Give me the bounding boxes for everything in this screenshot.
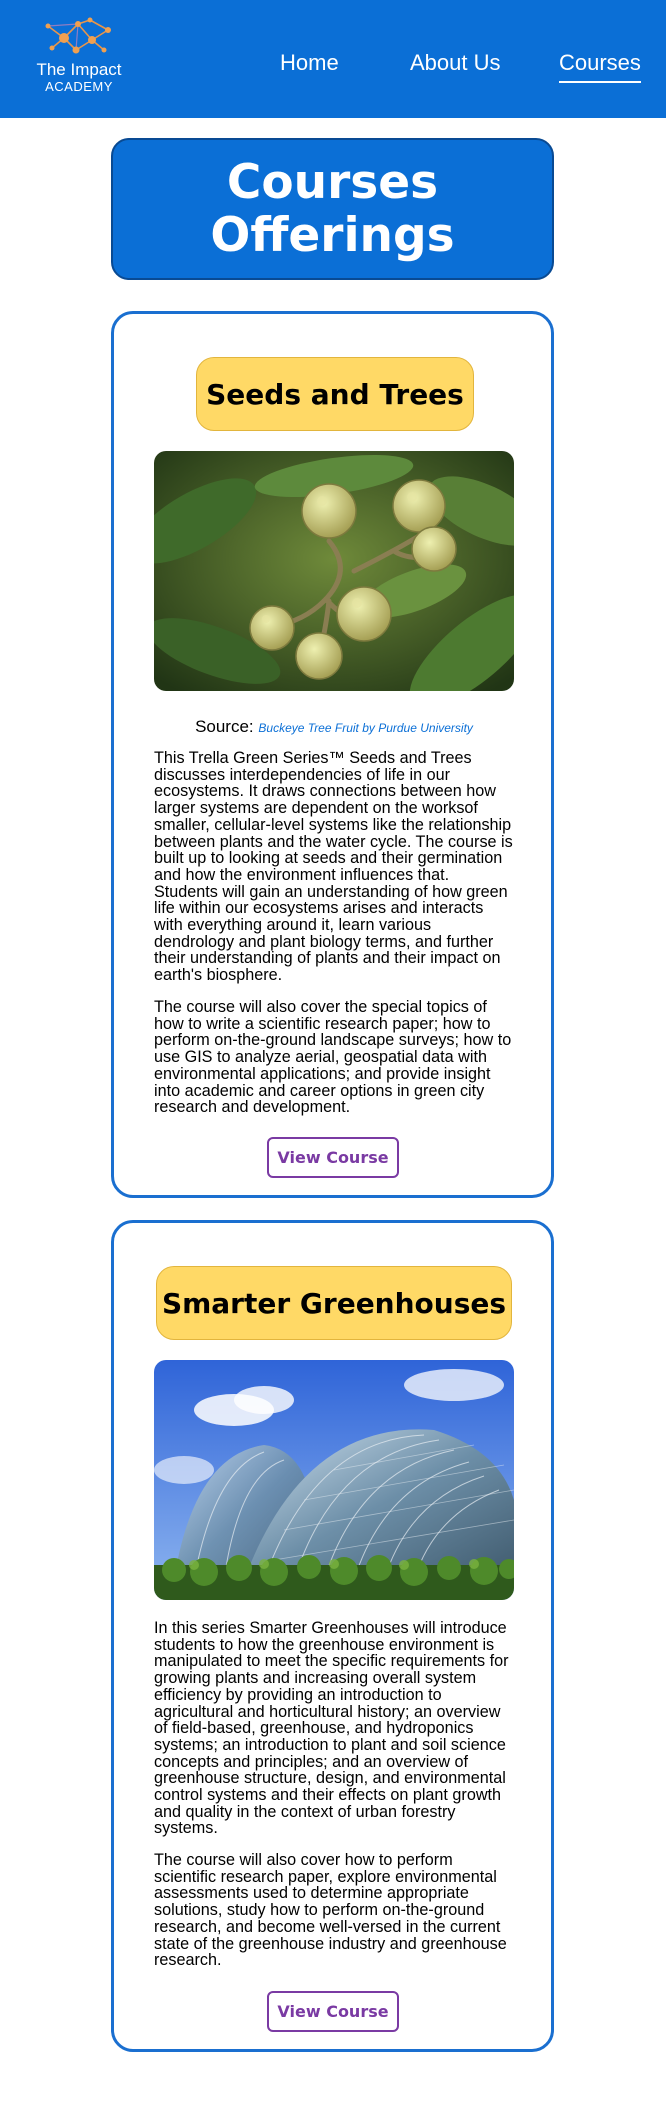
- nav-about-link[interactable]: About Us: [410, 50, 501, 76]
- course-description-topics: The course will also cover how to perfor…: [154, 1851, 507, 1970]
- nav-courses-link[interactable]: Courses: [559, 50, 641, 83]
- nav-home-link[interactable]: Home: [280, 50, 339, 76]
- source-link[interactable]: Buckeye Tree Fruit by Purdue University: [258, 721, 473, 735]
- course-description: This Trella Green Series™ Seeds and Tree…: [154, 749, 513, 985]
- site-logo[interactable]: The Impact ACADEMY: [34, 16, 124, 96]
- source-label: Source:: [195, 717, 254, 736]
- view-course-button[interactable]: View Course: [267, 1991, 399, 2032]
- navbar: The Impact ACADEMY Home About Us Courses: [0, 0, 666, 118]
- molecule-network-icon: [45, 17, 111, 54]
- page-banner: Courses Offerings: [111, 138, 554, 280]
- course-description: In this series Smarter Greenhouses will …: [154, 1619, 509, 1838]
- logo-subtitle: ACADEMY: [45, 79, 113, 94]
- page-title: Courses Offerings: [210, 155, 455, 263]
- view-course-button[interactable]: View Course: [267, 1137, 399, 1178]
- image-source: Source: Buckeye Tree Fruit by Purdue Uni…: [154, 717, 514, 737]
- logo-title: The Impact: [36, 60, 122, 79]
- buckeye-fruit-image: [154, 451, 514, 691]
- course-title: Smarter Greenhouses: [156, 1266, 512, 1340]
- course-card-seeds-and-trees: Seeds and Trees Source: Buckeye Tree Fru…: [111, 311, 554, 1198]
- glass-greenhouse-image: [154, 1360, 514, 1600]
- course-card-smarter-greenhouses: Smarter Greenhouses In this series Smart…: [111, 1220, 554, 2052]
- course-description-topics: The course will also cover the special t…: [154, 998, 512, 1117]
- course-title: Seeds and Trees: [196, 357, 474, 431]
